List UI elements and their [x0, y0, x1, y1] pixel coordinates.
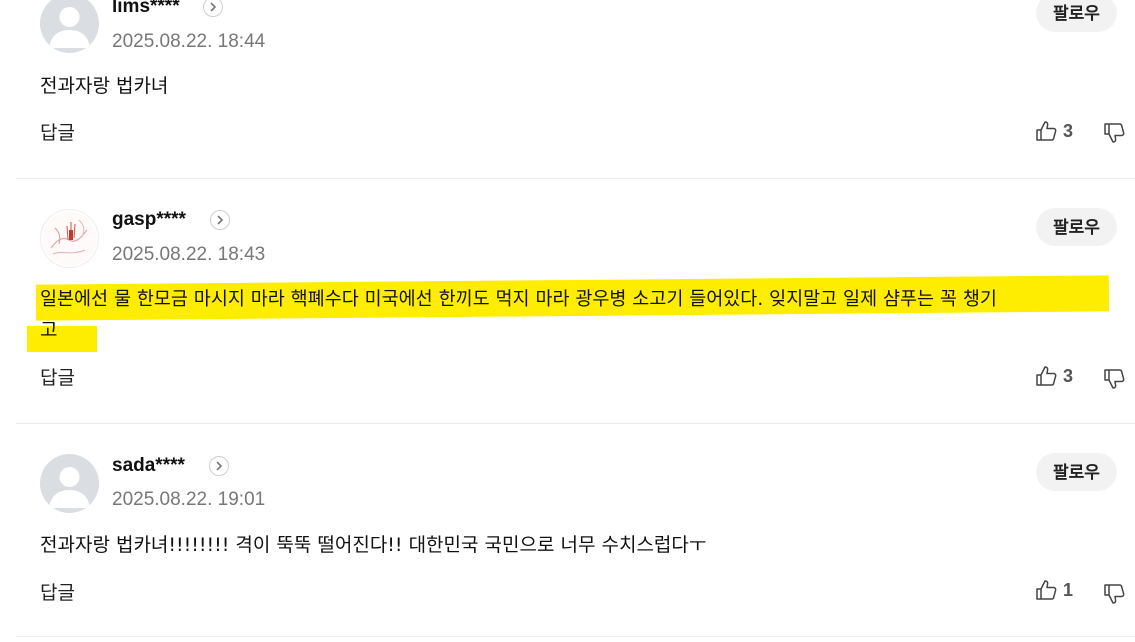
comment-text: 전과자랑 법카녀!!!!!!!! 격이 뚝뚝 떨어진다!! 대한민국 국민으로 … — [40, 534, 707, 556]
follow-button[interactable]: 팔로우 — [1036, 453, 1117, 491]
like-count: 3 — [1063, 120, 1074, 141]
comment-text: 일본에선 물 한모금 마시지 마라 핵폐수다 미국에선 한끼도 먹지 마라 광우… — [40, 289, 997, 310]
follow-button[interactable]: 팔로우 — [1036, 208, 1117, 246]
chevron-right-icon[interactable] — [209, 456, 229, 476]
thumbs-up-icon — [1036, 580, 1057, 600]
dislike-button[interactable] — [1103, 366, 1125, 392]
custom-avatar-image — [42, 211, 97, 266]
divider — [16, 636, 1135, 637]
thumbs-up-icon — [1036, 366, 1057, 386]
username[interactable]: gasp**** — [112, 209, 186, 231]
reply-button[interactable]: 답글 — [40, 363, 75, 390]
follow-button[interactable]: 팔로우 — [1036, 0, 1117, 32]
reply-button[interactable]: 답글 — [40, 118, 75, 145]
thumbs-down-icon — [1104, 123, 1125, 143]
thumbs-down-icon — [1104, 584, 1125, 604]
comment-item: gasp**** 2025.08.22. 18:43 팔로우 일본에선 물 한모… — [0, 179, 1135, 424]
like-count: 1 — [1063, 579, 1074, 600]
avatar[interactable] — [40, 454, 99, 513]
avatar[interactable] — [40, 209, 99, 268]
comment-item: sada**** 2025.08.22. 19:01 팔로우 전과자랑 법카녀!… — [0, 424, 1135, 638]
dislike-button[interactable] — [1103, 581, 1125, 607]
comment-text-continued: 고 — [40, 319, 58, 341]
timestamp: 2025.08.22. 19:01 — [112, 489, 266, 510]
chevron-right-icon[interactable] — [203, 0, 223, 17]
username[interactable]: sada**** — [112, 455, 185, 477]
like-button[interactable]: 3 — [1035, 118, 1073, 144]
like-count: 3 — [1063, 365, 1074, 386]
comment-text: 전과자랑 법카녀 — [40, 75, 169, 97]
thumbs-up-icon — [1036, 121, 1057, 141]
chevron-right-icon[interactable] — [210, 210, 230, 230]
like-button[interactable]: 3 — [1035, 363, 1073, 389]
comment-item: lims**** 2025.08.22. 18:44 팔로우 전과자랑 법카녀 … — [0, 0, 1135, 179]
timestamp: 2025.08.22. 18:43 — [112, 244, 266, 265]
comment-list: lims**** 2025.08.22. 18:44 팔로우 전과자랑 법카녀 … — [0, 0, 1135, 642]
thumbs-down-icon — [1104, 369, 1125, 389]
reply-button[interactable]: 답글 — [40, 578, 75, 605]
avatar[interactable] — [40, 0, 99, 53]
timestamp: 2025.08.22. 18:44 — [112, 31, 266, 52]
username[interactable]: lims**** — [112, 0, 180, 18]
default-user-icon — [49, 7, 90, 48]
dislike-button[interactable] — [1103, 120, 1125, 146]
like-button[interactable]: 1 — [1035, 577, 1073, 603]
default-user-icon — [49, 467, 90, 508]
